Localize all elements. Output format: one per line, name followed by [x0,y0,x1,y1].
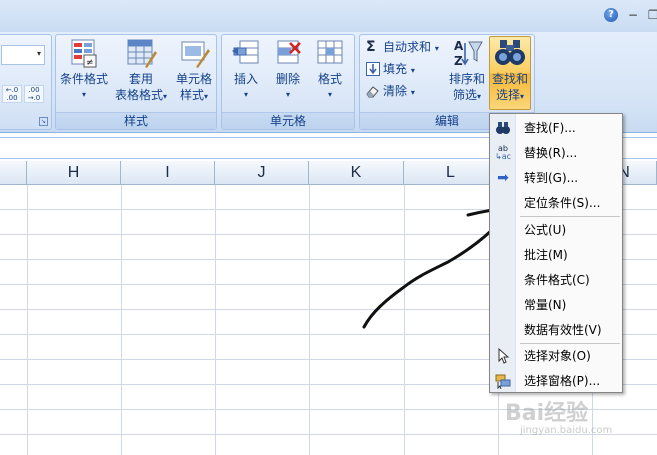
menu-item-find[interactable]: 查找(F)... [490,116,622,140]
menu-item-formulas[interactable]: 公式(U) [490,218,622,242]
find-select-menu: 查找(F)... ab ↳ac 替换(R)... ➡ 转到(G)... 定位条件(… [489,113,623,393]
menu-item-replace[interactable]: ab ↳ac 替换(R)... [490,141,622,165]
watermark-url: jingyan.baidu.com [520,425,613,436]
menu-item-selection-pane[interactable]: 选择窗格(P)... [490,369,622,393]
menu-item-replace-label: 替换(R)... [524,146,578,160]
menu-item-data-validation-label: 数据有效性(V) [524,323,602,337]
menu-item-comments-label: 批注(M) [524,248,568,262]
menu-item-constants-label: 常量(N) [524,298,567,312]
pointer-icon [495,347,511,364]
menu-item-goto[interactable]: ➡ 转到(G)... [490,166,622,190]
menu-item-conditional-format-label: 条件格式(C) [524,273,590,287]
menu-item-constants[interactable]: 常量(N) [490,293,622,317]
menu-item-conditional-format[interactable]: 条件格式(C) [490,268,622,292]
menu-item-goto-label: 转到(G)... [524,171,579,185]
menu-item-selection-pane-label: 选择窗格(P)... [524,374,601,388]
arrow-right-icon: ➡ [497,170,509,186]
menu-item-comments[interactable]: 批注(M) [490,243,622,267]
menu-item-formulas-label: 公式(U) [524,223,567,237]
menu-item-select-objects[interactable]: 选择对象(O) [490,344,622,368]
replace-icon: ab ↳ac [495,144,512,161]
baidu-watermark: Bai经验 [505,401,589,426]
menu-item-goto-special[interactable]: 定位条件(S)... [490,191,622,215]
menu-item-select-objects-label: 选择对象(O) [524,349,591,363]
binoculars-icon [495,120,511,136]
menu-separator [520,216,620,217]
menu-item-data-validation[interactable]: 数据有效性(V) [490,318,622,342]
selection-pane-icon [495,373,511,390]
menu-item-goto-special-label: 定位条件(S)... [524,196,601,210]
menu-item-find-label: 查找(F)... [524,121,576,135]
